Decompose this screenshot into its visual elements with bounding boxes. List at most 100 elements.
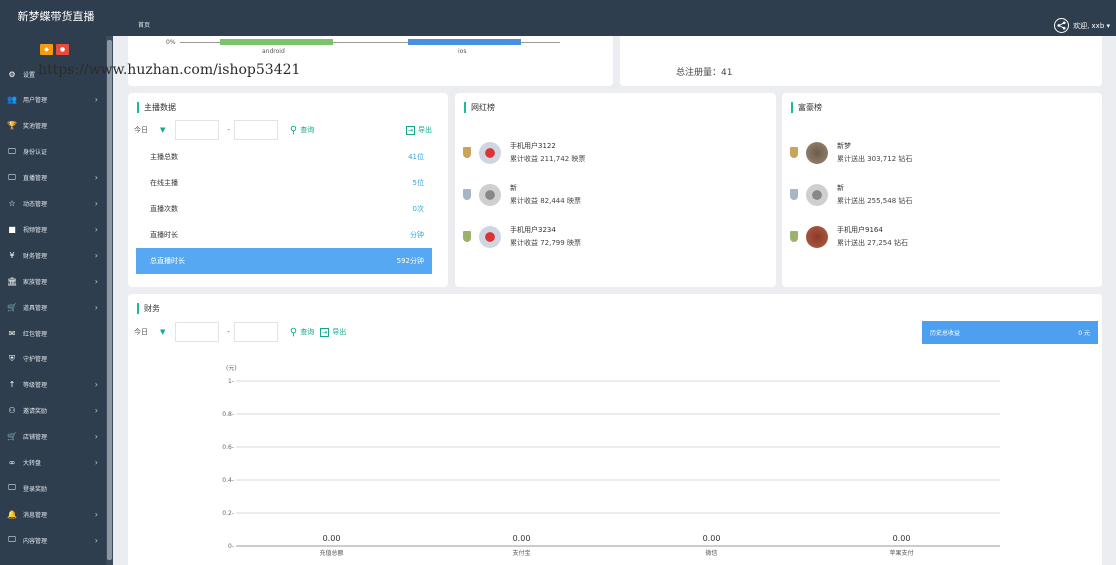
export-button[interactable]: ⇥ 导出 bbox=[406, 125, 432, 135]
sidebar-scroll-thumb[interactable] bbox=[107, 40, 112, 560]
sidebar-item-5[interactable]: ☆ 动态管理 › bbox=[0, 191, 106, 217]
sidebar-item-2[interactable]: 🏆 奖池管理 bbox=[0, 113, 106, 139]
sidebar-item-9[interactable]: 🛒 道具管理 › bbox=[0, 294, 106, 320]
sidebar-item-12[interactable]: ↑ 等级管理 › bbox=[0, 372, 106, 398]
rank-name: 手机用户3234 bbox=[510, 226, 556, 234]
query-label: 查询 bbox=[300, 126, 315, 134]
brand-title: 新梦蝶带货直播 bbox=[17, 10, 95, 23]
stat-value: 分钟 bbox=[410, 231, 424, 239]
sidebar-item-3[interactable]: 🖵 身份认证 bbox=[0, 139, 106, 165]
sidebar-item-4[interactable]: 🖵 直播管理 › bbox=[0, 165, 106, 191]
sidebar-item-10[interactable]: ✉ 红包管理 bbox=[0, 320, 106, 346]
caret-down-icon[interactable]: ▼ bbox=[160, 126, 165, 134]
end-date-input[interactable] bbox=[233, 120, 278, 140]
rank-item[interactable]: 手机用户3122 累计收益 211,742 映票 bbox=[463, 141, 585, 164]
rank-item[interactable]: 新梦 累计送出 303,712 钻石 bbox=[790, 141, 912, 164]
sidebar-item-14[interactable]: 🛒 店铺管理 › bbox=[0, 424, 106, 450]
monitor-icon: 🖵 bbox=[8, 146, 16, 156]
export-icon: ⇥ bbox=[320, 327, 330, 337]
sidebar-item-15[interactable]: ∞ 大转盘 › bbox=[0, 450, 106, 476]
chevron-right-icon: › bbox=[94, 224, 98, 234]
share-icon[interactable] bbox=[1054, 18, 1070, 33]
welcome-user[interactable]: 欢迎, xxb ▾ bbox=[1073, 21, 1110, 31]
sidebar-item-6[interactable]: ■ 视频管理 › bbox=[0, 216, 106, 242]
export-label: 导出 bbox=[332, 328, 347, 336]
start-date-input[interactable] bbox=[175, 120, 220, 140]
sidebar-item-7[interactable]: ¥ 财务管理 › bbox=[0, 242, 106, 268]
medal-icon bbox=[790, 231, 798, 242]
chevron-right-icon: › bbox=[94, 509, 98, 519]
yen-icon: ¥ bbox=[9, 250, 15, 260]
search-icon: ⚲ bbox=[289, 124, 298, 136]
chevron-right-icon: › bbox=[94, 535, 98, 545]
rank-item[interactable]: 手机用户9164 累计送出 27,254 钻石 bbox=[790, 225, 908, 248]
sidebar-item-16[interactable]: 🖵 登录奖励 bbox=[0, 475, 106, 501]
rank-name: 手机用户3122 bbox=[510, 142, 556, 150]
caret-down-icon[interactable]: ▼ bbox=[160, 328, 165, 336]
sidebar-item-1[interactable]: 👥 用户管理 › bbox=[0, 87, 106, 113]
finance-query-button[interactable]: ⚲ 查询 bbox=[290, 327, 314, 338]
rank-item[interactable]: 手机用户3234 累计收益 72,799 映票 bbox=[463, 225, 581, 248]
bell-icon: 🔔 bbox=[7, 509, 17, 519]
rank-text: 新累计收益 82,444 映票 bbox=[510, 183, 581, 206]
sidebar-item-label: 守护管理 bbox=[23, 356, 48, 364]
top-bar: 新梦蝶带货直播 首页 欢迎, xxb ▾ bbox=[0, 0, 1116, 36]
chevron-right-icon: › bbox=[94, 173, 98, 183]
stat-value: 0次 bbox=[412, 205, 424, 213]
avatar bbox=[806, 225, 828, 248]
anchor-stat-row: 总直播时长 592分钟 bbox=[136, 248, 432, 274]
chevron-right-icon: › bbox=[94, 199, 98, 208]
bar-value-label: 0.00 bbox=[893, 534, 911, 543]
sidebar-item-label: 身份认证 bbox=[23, 149, 48, 157]
search-icon: ⚲ bbox=[289, 326, 298, 338]
rank-item[interactable]: 新累计送出 255,548 钻石 bbox=[790, 183, 912, 206]
rank-text: 新累计送出 255,548 钻石 bbox=[837, 183, 912, 206]
user-menu[interactable]: 欢迎, xxb ▾ bbox=[1054, 18, 1110, 33]
chevron-right-icon: › bbox=[94, 458, 98, 467]
chevron-right-icon: › bbox=[94, 250, 98, 260]
y-tick-label: 1- bbox=[228, 378, 234, 385]
sidebar-item-8[interactable]: 🏛 家族管理 › bbox=[0, 268, 106, 294]
rank-item[interactable]: 新累计收益 82,444 映票 bbox=[463, 183, 581, 206]
sidebar-item-label: 奖池管理 bbox=[23, 123, 48, 131]
sidebar-item-label: 登录奖励 bbox=[23, 485, 48, 493]
finance-export-button[interactable]: ⇥ 导出 bbox=[320, 327, 346, 337]
avatar bbox=[479, 225, 501, 248]
sidebar-item-18[interactable]: 🖵 内容管理 › bbox=[0, 527, 106, 553]
gears-icon: ⚙ bbox=[8, 69, 16, 79]
envelope-icon: ✉ bbox=[8, 328, 16, 338]
monitor-icon: 🖵 bbox=[8, 483, 16, 493]
finance-start-date-input[interactable] bbox=[175, 322, 220, 342]
finance-date-range-select[interactable]: 今日 bbox=[134, 327, 148, 337]
query-button[interactable]: ⚲ 查询 bbox=[290, 125, 314, 136]
rank-amount: 累计收益 211,742 映票 bbox=[510, 155, 586, 163]
rank-amount: 累计收益 72,799 映票 bbox=[510, 239, 581, 247]
sidebar-item-13[interactable]: ⚇ 邀请奖励 › bbox=[0, 398, 106, 424]
video-icon: ■ bbox=[8, 224, 16, 234]
medal-icon bbox=[790, 189, 798, 200]
finance-end-date-input[interactable] bbox=[233, 322, 278, 342]
shield-icon: ⛨ bbox=[9, 353, 15, 363]
date-range-select[interactable]: 今日 bbox=[134, 125, 148, 135]
home-quick-icon[interactable]: ◆ bbox=[40, 44, 53, 55]
sidebar-scrollbar[interactable] bbox=[106, 36, 113, 565]
y-tick-label: 0- bbox=[228, 543, 234, 550]
influencer-title: 网红榜 bbox=[464, 102, 495, 113]
star-icon: ☆ bbox=[8, 199, 16, 208]
sidebar-item-17[interactable]: 🔔 消息管理 › bbox=[0, 501, 106, 527]
tab-home[interactable]: 首页 bbox=[138, 20, 150, 29]
anchor-filter: 今日 ▼ - ⚲ 查询 bbox=[134, 120, 314, 140]
rank-text: 手机用户3122 累计收益 211,742 映票 bbox=[510, 141, 585, 164]
chevron-right-icon: › bbox=[94, 95, 98, 105]
stat-label: 在线主播 bbox=[150, 179, 178, 187]
medal-icon bbox=[463, 189, 471, 200]
registration-card: 总注册量：41 bbox=[620, 36, 1102, 86]
rank-text: 手机用户9164 累计送出 27,254 钻石 bbox=[837, 225, 908, 248]
settings-quick-icon[interactable]: ● bbox=[56, 44, 69, 55]
sidebar-item-11[interactable]: ⛨ 守护管理 bbox=[0, 346, 106, 372]
medal-icon bbox=[790, 147, 798, 158]
anchor-stat-row: 主播总数 41位 bbox=[136, 144, 432, 170]
level-icon: ↑ bbox=[8, 380, 16, 390]
android-label: android bbox=[262, 48, 285, 55]
medal-icon bbox=[463, 231, 471, 242]
